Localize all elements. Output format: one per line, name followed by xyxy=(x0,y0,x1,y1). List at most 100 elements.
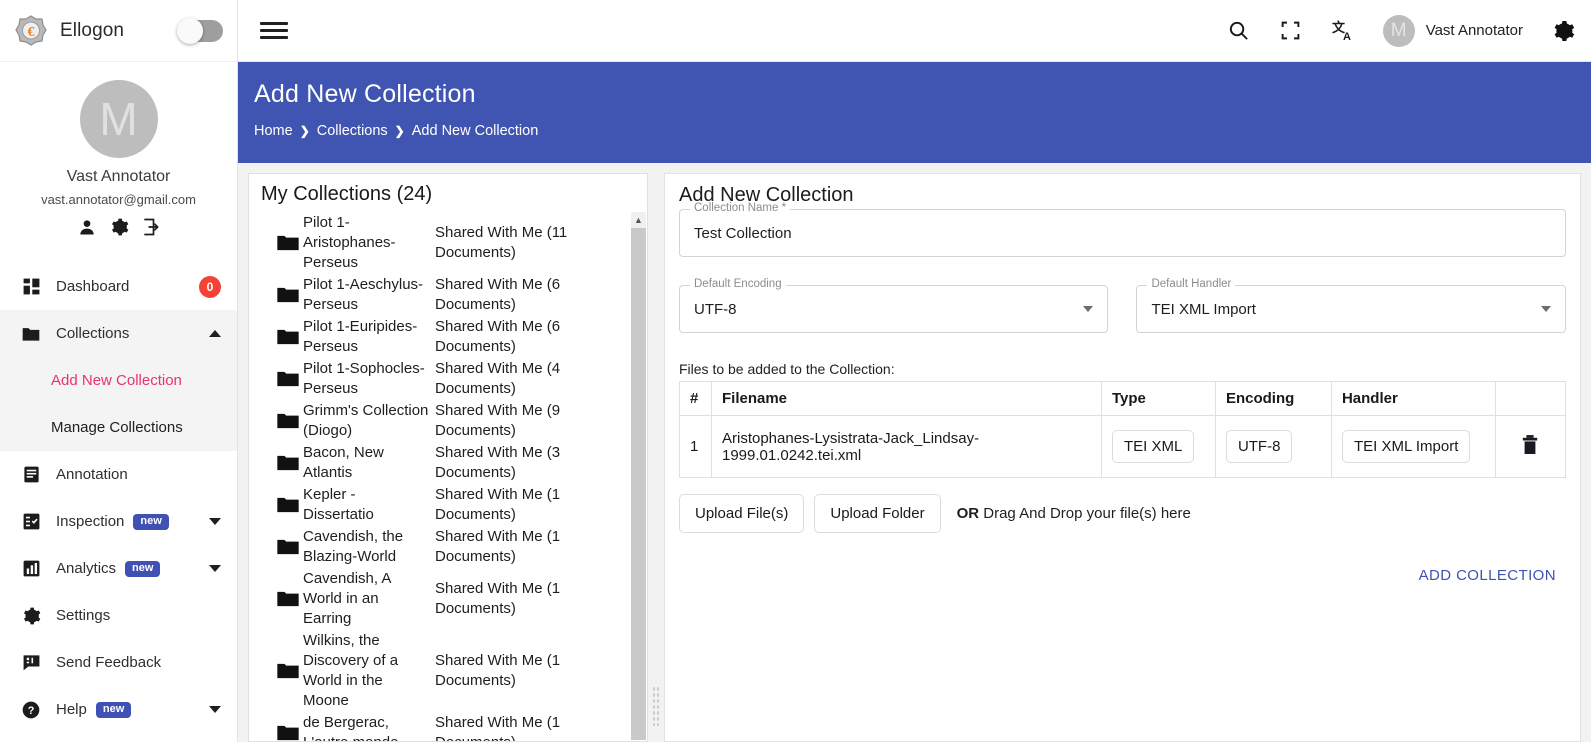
collection-name: Pilot 1-Aeschylus-Perseus xyxy=(303,276,424,313)
panel-splitter[interactable] xyxy=(648,173,664,742)
translate-icon[interactable]: 文 A xyxy=(1331,19,1355,43)
trash-icon[interactable] xyxy=(1521,434,1539,459)
svg-text:?: ? xyxy=(28,705,35,717)
sidebar-item-help[interactable]: ? Help new xyxy=(0,686,237,733)
cell-num: 1 xyxy=(679,415,712,478)
files-table: # Filename Type Encoding Handler 1 Aristo… xyxy=(679,381,1566,478)
chevron-down-icon[interactable] xyxy=(1540,306,1551,312)
collection-name-field[interactable]: Collection Name * Test Collection xyxy=(679,202,1566,257)
fullscreen-icon[interactable] xyxy=(1279,19,1303,43)
type-select[interactable]: TEI XML xyxy=(1111,430,1195,463)
collection-name: Pilot 1-Euripides-Perseus xyxy=(303,318,418,355)
my-collections-list[interactable]: Pilot 1-Aristophanes-Perseus Shared With … xyxy=(249,212,647,741)
folder-icon xyxy=(277,235,299,251)
collection-name: Grimm's Collection (Diogo) xyxy=(303,402,429,439)
default-encoding-select[interactable]: Default Encoding UTF-8 xyxy=(679,278,1109,333)
column-header-num: # xyxy=(679,381,712,416)
list-item[interactable]: Pilot 1-Aristophanes-Perseus Shared With … xyxy=(249,212,629,274)
chevron-down-icon[interactable] xyxy=(209,565,221,572)
breadcrumb-item-home[interactable]: Home xyxy=(254,123,293,139)
column-header-type: Type xyxy=(1100,381,1216,416)
collection-shared-info: Shared With Me (11 Documents) xyxy=(435,224,568,261)
chevron-right-icon: ❯ xyxy=(394,124,405,138)
my-collections-title: My Collections (24) xyxy=(261,183,433,205)
new-chip: new xyxy=(125,560,161,577)
upload-files-button[interactable]: Upload File(s) xyxy=(679,494,805,533)
folder-icon xyxy=(277,725,299,741)
sidebar-item-dashboard[interactable]: Dashboard 0 xyxy=(0,263,237,310)
scrollbar-thumb[interactable] xyxy=(631,228,646,740)
collection-shared-info: Shared With Me (1 Documents) xyxy=(435,486,561,523)
scroll-up-icon[interactable]: ▲ xyxy=(631,212,646,228)
encoding-select[interactable]: UTF-8 xyxy=(1225,430,1293,463)
add-collection-button[interactable]: ADD COLLECTION xyxy=(1419,567,1556,584)
account-icon[interactable] xyxy=(77,217,97,237)
sidebar-subitem-label: Manage Collections xyxy=(51,419,183,436)
sidebar-item-annotation[interactable]: Annotation xyxy=(0,451,237,498)
sidebar-item-send-feedback[interactable]: Send Feedback xyxy=(0,639,237,686)
sidebar-item-analytics[interactable]: Analytics new xyxy=(0,545,237,592)
folder-icon xyxy=(277,539,299,555)
collection-name: de Bergerac, L'autre monde xyxy=(303,714,398,741)
list-item[interactable]: Pilot 1-Euripides-Perseus Shared With Me … xyxy=(249,316,629,358)
hamburger-menu-icon[interactable] xyxy=(260,14,288,47)
folder-icon xyxy=(277,287,299,303)
collection-shared-info: Shared With Me (1 Documents) xyxy=(435,652,561,689)
sidebar-item-collections[interactable]: Collections xyxy=(0,310,237,357)
user-menu[interactable]: M Vast Annotator xyxy=(1382,14,1523,47)
profile-name: Vast Annotator xyxy=(66,168,171,185)
logout-icon[interactable] xyxy=(141,217,161,237)
add-collection-form: Add New Collection Collection Name * Tes… xyxy=(664,173,1581,742)
splitter-grip-icon[interactable] xyxy=(652,686,660,726)
theme-toggle[interactable] xyxy=(177,17,223,44)
list-item[interactable]: de Bergerac, L'autre monde Shared With Me… xyxy=(249,712,629,741)
form-title: Add New Collection xyxy=(679,184,854,206)
cell-filename: Aristophanes-Lysistrata-Jack_Lindsay-199… xyxy=(711,415,1102,478)
sidebar-item-manage-collections[interactable]: Manage Collections xyxy=(0,404,237,451)
chevron-right-icon: ❯ xyxy=(299,124,310,138)
search-icon[interactable] xyxy=(1227,19,1251,43)
list-item[interactable]: Pilot 1-Aeschylus-Perseus Shared With Me … xyxy=(249,274,629,316)
drag-drop-or: OR xyxy=(956,505,980,522)
collections-scrollbar[interactable]: ▲ xyxy=(631,212,646,740)
collection-shared-info: Shared With Me (6 Documents) xyxy=(435,276,561,313)
chevron-down-icon[interactable] xyxy=(209,706,221,713)
collection-name: Wilkins, the Discovery of a World in the… xyxy=(303,632,399,709)
folder-icon xyxy=(277,455,299,471)
collection-shared-info: Shared With Me (9 Documents) xyxy=(435,402,561,439)
sidebar-item-settings[interactable]: Settings xyxy=(0,592,237,639)
avatar: M xyxy=(79,80,158,158)
table-header-row: # Filename Type Encoding Handler xyxy=(679,381,1566,416)
chevron-up-icon[interactable] xyxy=(209,330,221,337)
list-item[interactable]: Kepler - Dissertatio Shared With Me (1 Do… xyxy=(249,484,629,526)
list-item[interactable]: Bacon, New Atlantis Shared With Me (3 Doc… xyxy=(249,442,629,484)
breadcrumb-item-collections[interactable]: Collections xyxy=(317,123,388,139)
sidebar-item-label: Settings xyxy=(56,607,111,624)
handler-select[interactable]: TEI XML Import xyxy=(1341,430,1471,463)
top-bar: 文 A M Vast Annotator xyxy=(238,0,1591,62)
collection-name: Kepler - Dissertatio xyxy=(303,486,374,523)
new-chip: new xyxy=(133,513,169,530)
analytics-icon xyxy=(20,558,42,580)
svg-text:€: € xyxy=(28,25,35,40)
list-item[interactable]: Cavendish, A World in an Earring Shared W… xyxy=(249,568,629,630)
files-label: Files to be added to the Collection: xyxy=(679,361,895,377)
gear-icon[interactable] xyxy=(1551,19,1575,43)
default-handler-select[interactable]: Default Handler TEI XML Import xyxy=(1136,278,1566,333)
list-item[interactable]: Cavendish, the Blazing-World Shared With … xyxy=(249,526,629,568)
sidebar-item-add-new-collection[interactable]: Add New Collection xyxy=(0,357,237,404)
collection-name: Pilot 1-Aristophanes-Perseus xyxy=(303,214,396,271)
chevron-down-icon[interactable] xyxy=(209,518,221,525)
list-item[interactable]: Pilot 1-Sophocles-Perseus Shared With Me … xyxy=(249,358,629,400)
gear-icon xyxy=(20,605,42,627)
folder-icon xyxy=(277,591,299,607)
folder-icon xyxy=(20,323,42,345)
upload-folder-button[interactable]: Upload Folder xyxy=(814,494,941,533)
list-item[interactable]: Grimm's Collection (Diogo) Shared With Me… xyxy=(249,400,629,442)
gear-icon[interactable] xyxy=(109,217,129,237)
sidebar-item-inspection[interactable]: Inspection new xyxy=(0,498,237,545)
breadcrumb: Home ❯ Collections ❯ Add New Collection xyxy=(254,123,1591,139)
list-item[interactable]: Wilkins, the Discovery of a World in the… xyxy=(249,630,629,712)
column-header-filename: Filename xyxy=(711,381,1102,416)
chevron-down-icon[interactable] xyxy=(1083,306,1094,312)
